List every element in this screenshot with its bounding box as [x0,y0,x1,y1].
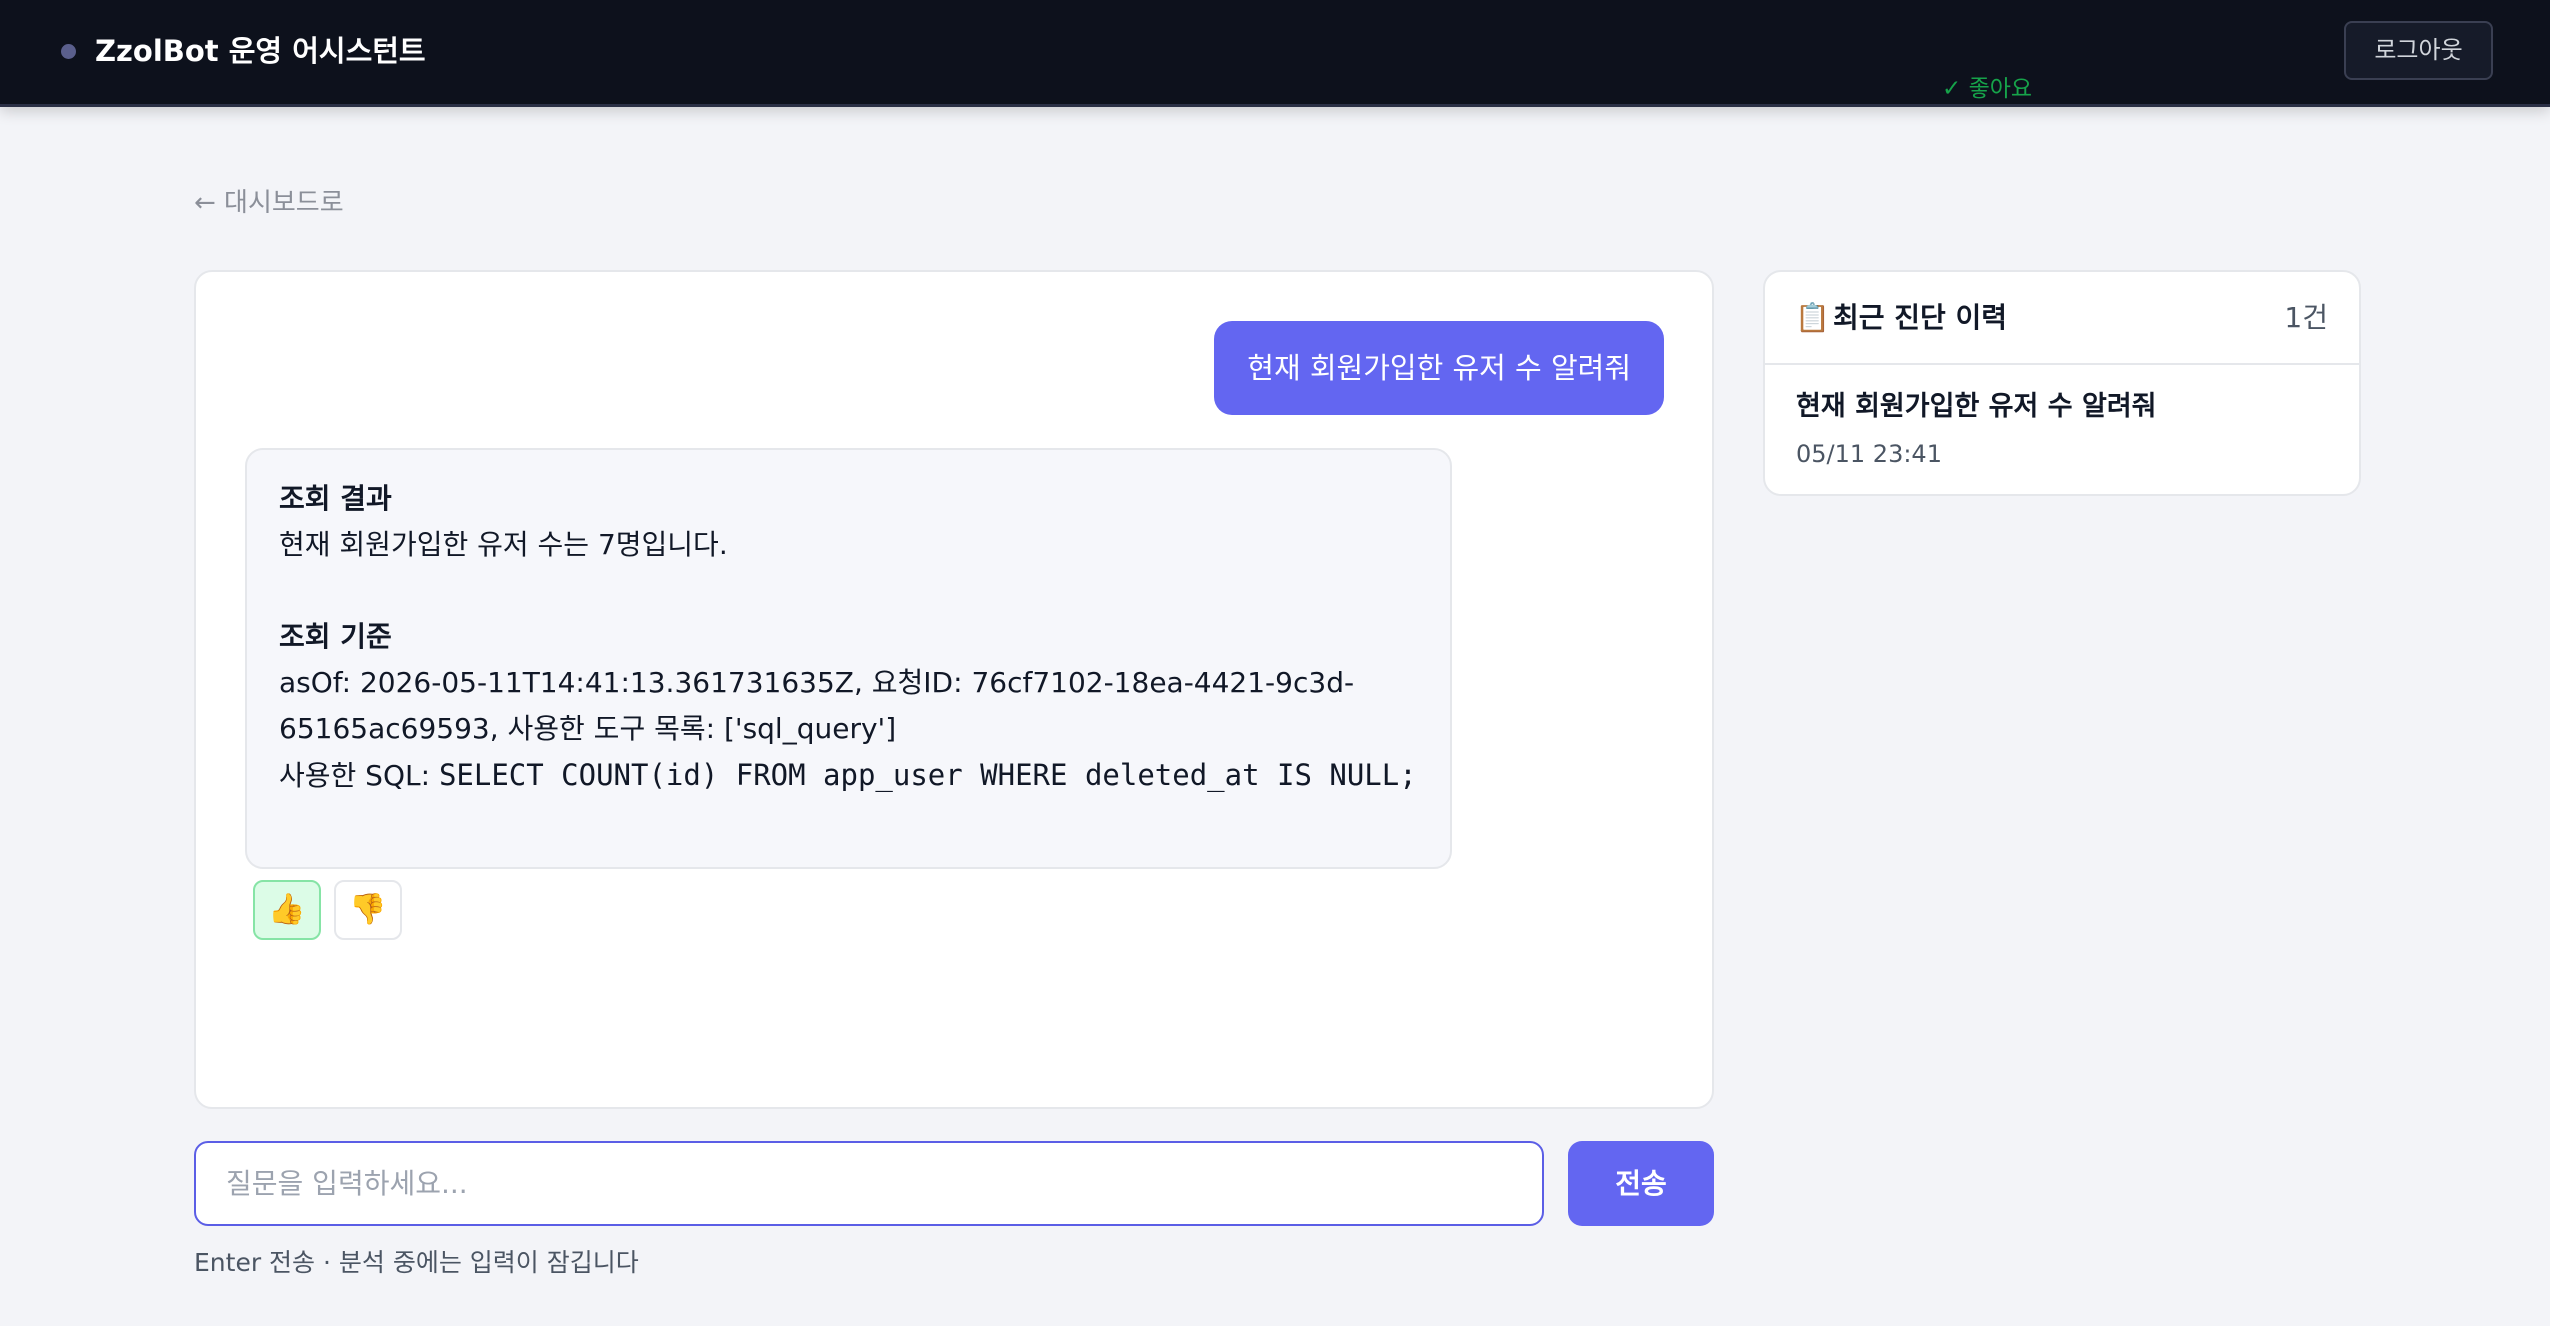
thumbs-down-icon: 👎 [349,893,387,926]
thumbs-up-icon: 👍 [268,893,306,926]
history-item-time: 05/11 23:41 [1796,440,1942,468]
sql-line: 사용한 SQL: SELECT COUNT(id) FROM app_user … [279,752,1418,799]
history-count: 1건 [2284,301,2328,334]
basis-heading: 조회 기준 [279,620,392,653]
status-dot-icon [61,44,76,59]
basis-line-1: asOf: 2026-05-11T14:41:13.361731635Z, 요청… [279,666,1355,699]
send-button[interactable]: 전송 [1568,1141,1714,1226]
app-title: ZzolBot 운영 어시스턴트 [95,34,426,68]
basis-line-2: 65165ac69593, 사용한 도구 목록: ['sql_query'] [279,712,897,745]
back-to-dashboard-link[interactable]: ← 대시보드로 [194,184,344,222]
history-item-status-badge: ✓ 좋아요 [1942,76,2033,102]
user-message-bubble: 현재 회원가입한 유저 수 알려줘 [1214,321,1664,415]
input-hint: Enter 전송 · 분석 중에는 입력이 잠깁니다 [194,1248,639,1277]
history-item[interactable]: 현재 회원가입한 유저 수 알려줘 05/11 23:41 [1765,365,2359,496]
logout-button[interactable]: 로그아웃 [2344,21,2493,80]
question-input[interactable] [194,1141,1544,1226]
chat-panel: 현재 회원가입한 유저 수 알려줘 조회 결과 현재 회원가입한 유저 수는 7… [194,270,1714,1109]
result-text: 현재 회원가입한 유저 수는 7명입니다. [279,528,728,561]
result-heading: 조회 결과 [279,482,392,515]
top-bar: ZzolBot 운영 어시스턴트 로그아웃 [0,0,2550,107]
history-title: 최근 진단 이력 [1833,301,2008,334]
clipboard-icon: 📋 [1795,301,1830,334]
thumbs-down-button[interactable]: 👎 [334,880,402,940]
sql-label: 사용한 SQL: [279,759,439,792]
sql-query: SELECT COUNT(id) FROM app_user WHERE del… [438,758,1417,792]
thumbs-up-button[interactable]: 👍 [253,880,321,940]
bot-message-bubble: 조회 결과 현재 회원가입한 유저 수는 7명입니다. 조회 기준 asOf: … [245,448,1452,869]
history-item-title: 현재 회원가입한 유저 수 알려줘 [1796,391,2157,422]
history-header: 📋 최근 진단 이력 1건 [1765,272,2359,365]
recent-history-panel: 📋 최근 진단 이력 1건 현재 회원가입한 유저 수 알려줘 05/11 23… [1763,270,2361,496]
